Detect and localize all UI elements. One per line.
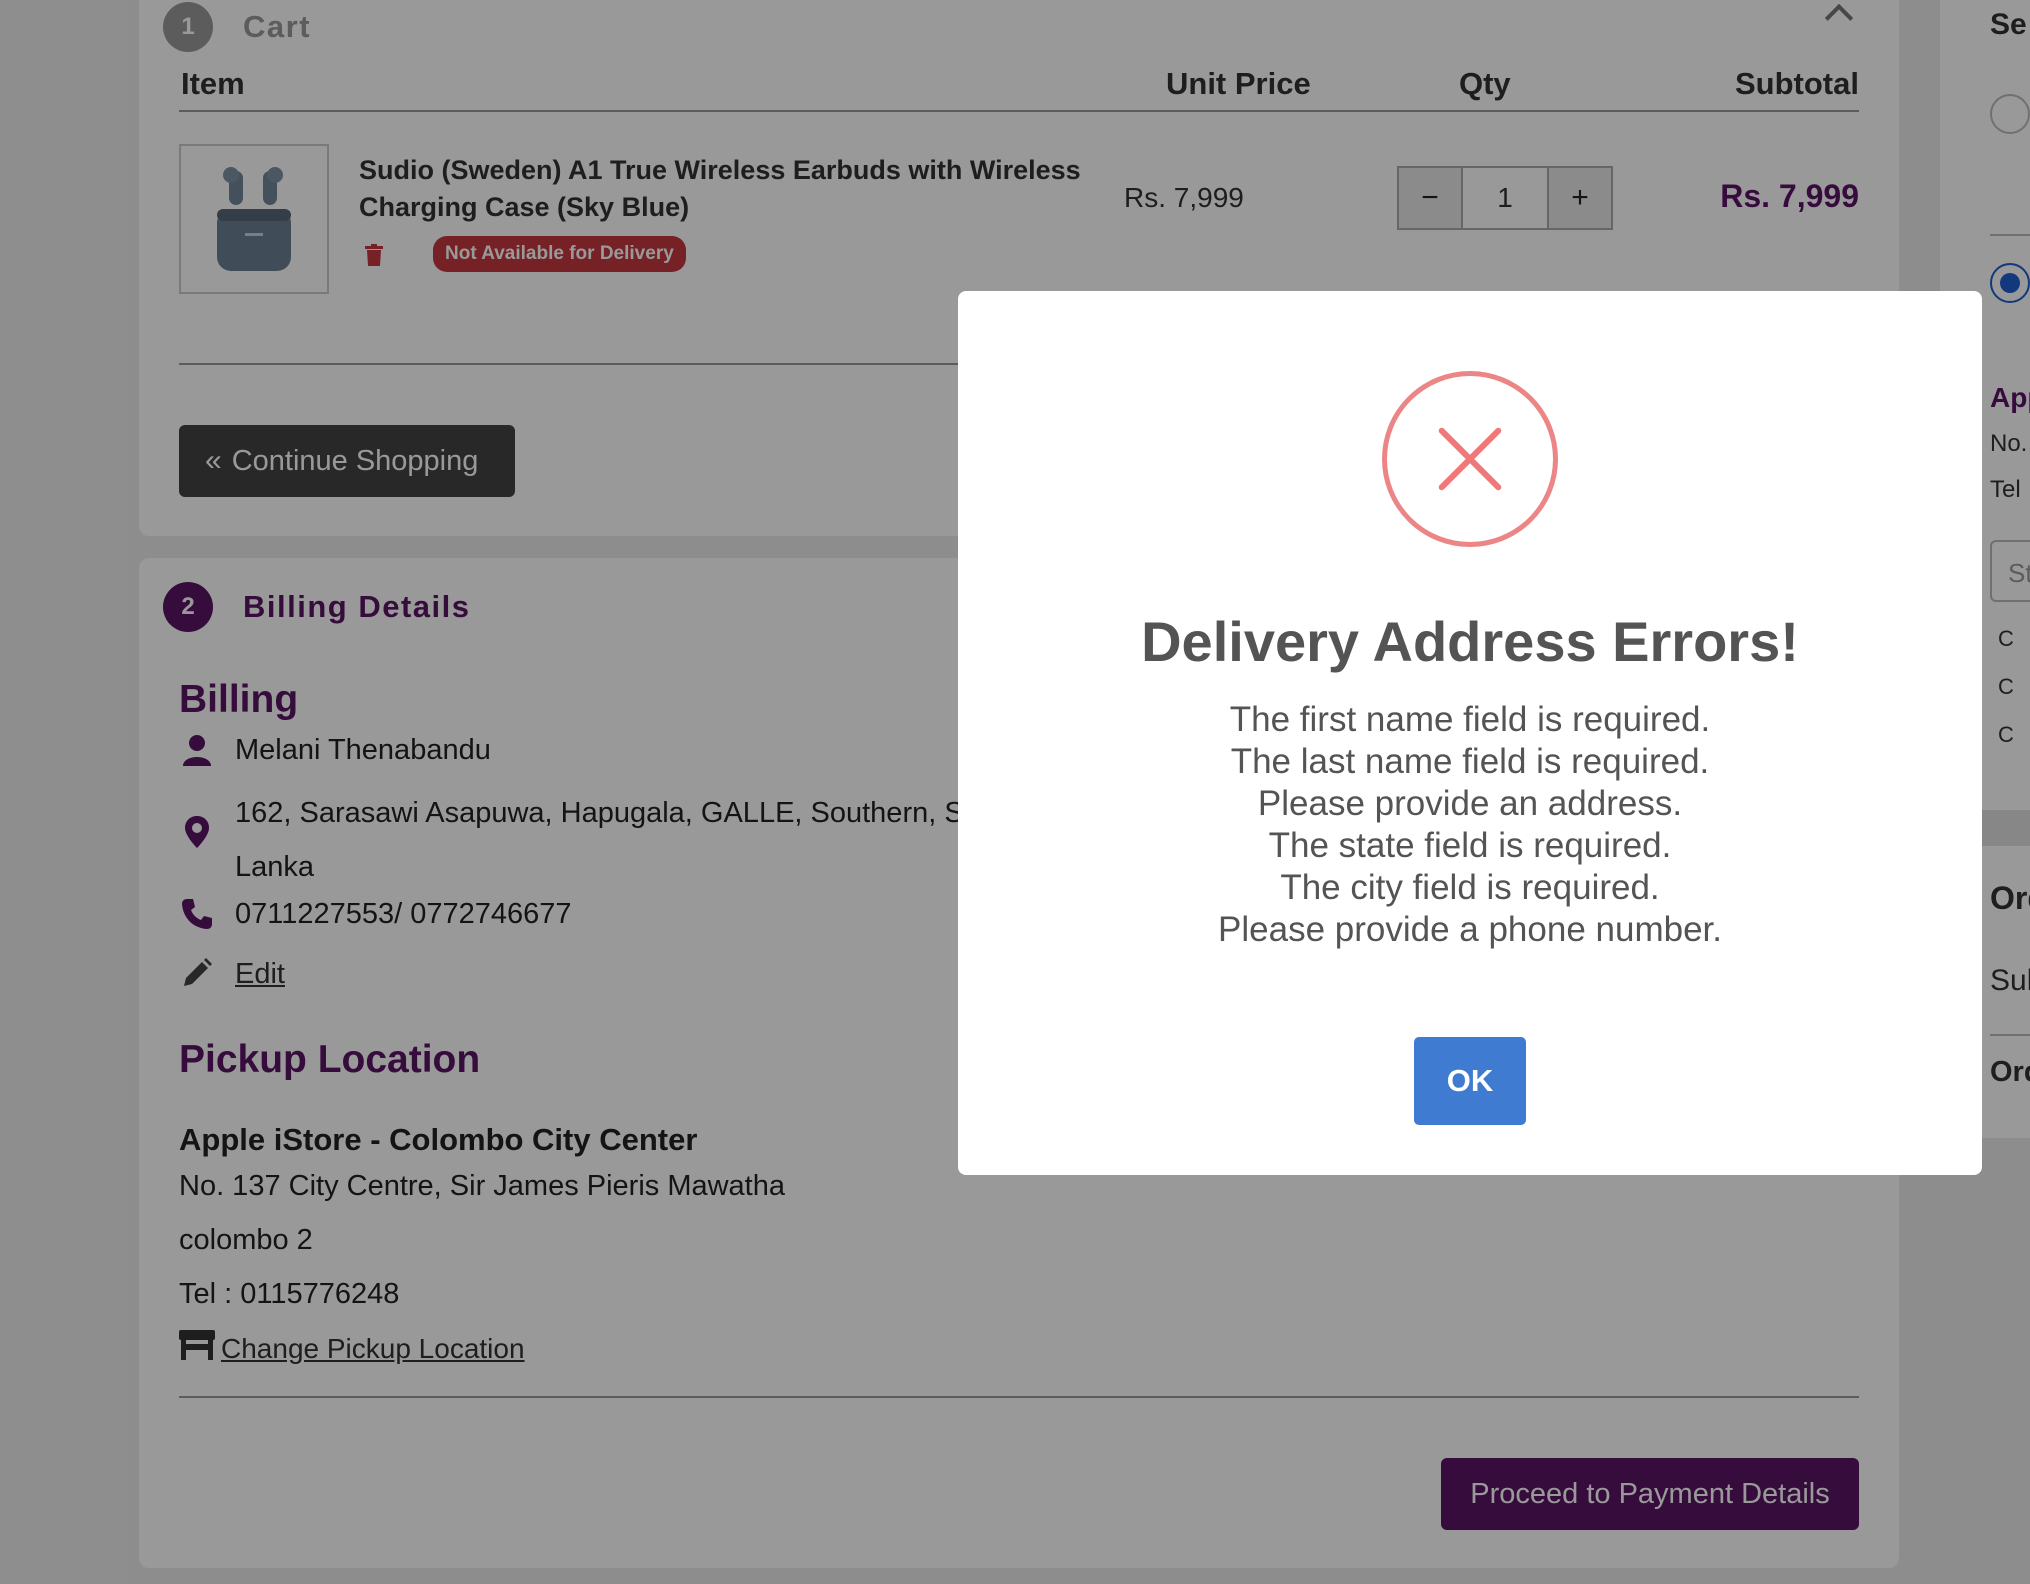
error-message: The state field is required. [1268, 826, 1672, 865]
error-message: The last name field is required. [1230, 742, 1710, 781]
ok-button[interactable]: OK [1414, 1037, 1526, 1125]
error-dialog: Delivery Address Errors! The first name … [958, 291, 1982, 1175]
error-message: The city field is required. [1280, 868, 1660, 907]
dialog-title: Delivery Address Errors! [1141, 610, 1799, 673]
dialog-messages: The first name field is required. The la… [958, 699, 1982, 951]
error-message: Please provide an address. [1257, 784, 1683, 823]
error-message: Please provide a phone number. [1218, 910, 1722, 949]
error-message: The first name field is required. [1229, 700, 1711, 739]
error-x-icon [1382, 371, 1558, 547]
